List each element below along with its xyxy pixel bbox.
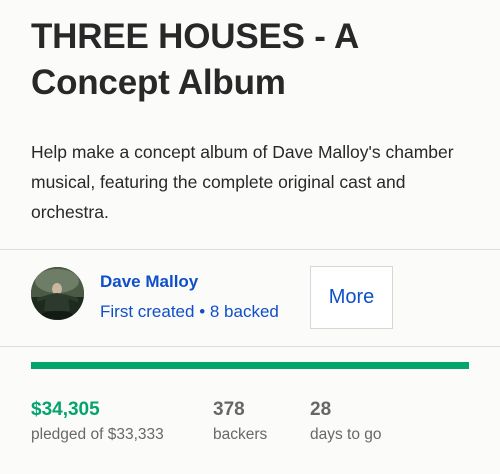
backers-label: backers	[213, 426, 268, 443]
more-button[interactable]: More	[310, 266, 393, 329]
project-blurb: Help make a concept album of Dave Malloy…	[31, 142, 454, 222]
funding-progress-fill	[31, 362, 469, 369]
creator-meta-link[interactable]: First created • 8 backed	[100, 301, 279, 323]
creator-avatar[interactable]	[31, 267, 84, 320]
pledged-stat: $34,305 pledged of $33,333	[31, 398, 164, 445]
divider	[0, 249, 500, 250]
backers-stat: 378 backers	[213, 398, 267, 445]
pledged-goal-label: pledged of $33,333	[31, 426, 164, 443]
funding-progress-bar	[31, 362, 469, 369]
avatar-photo-icon	[31, 267, 84, 320]
pledged-amount: $34,305	[31, 399, 100, 420]
divider	[0, 346, 500, 347]
backers-count: 378	[213, 399, 245, 420]
creator-name-link[interactable]: Dave Malloy	[100, 271, 198, 293]
days-stat: 28 days to go	[310, 398, 382, 445]
days-count: 28	[310, 399, 332, 420]
project-title: THREE HOUSES - A Concept Album	[31, 17, 358, 102]
project-card: THREE HOUSES - A Concept Album Help make…	[0, 0, 500, 474]
days-label: days to go	[310, 426, 382, 443]
